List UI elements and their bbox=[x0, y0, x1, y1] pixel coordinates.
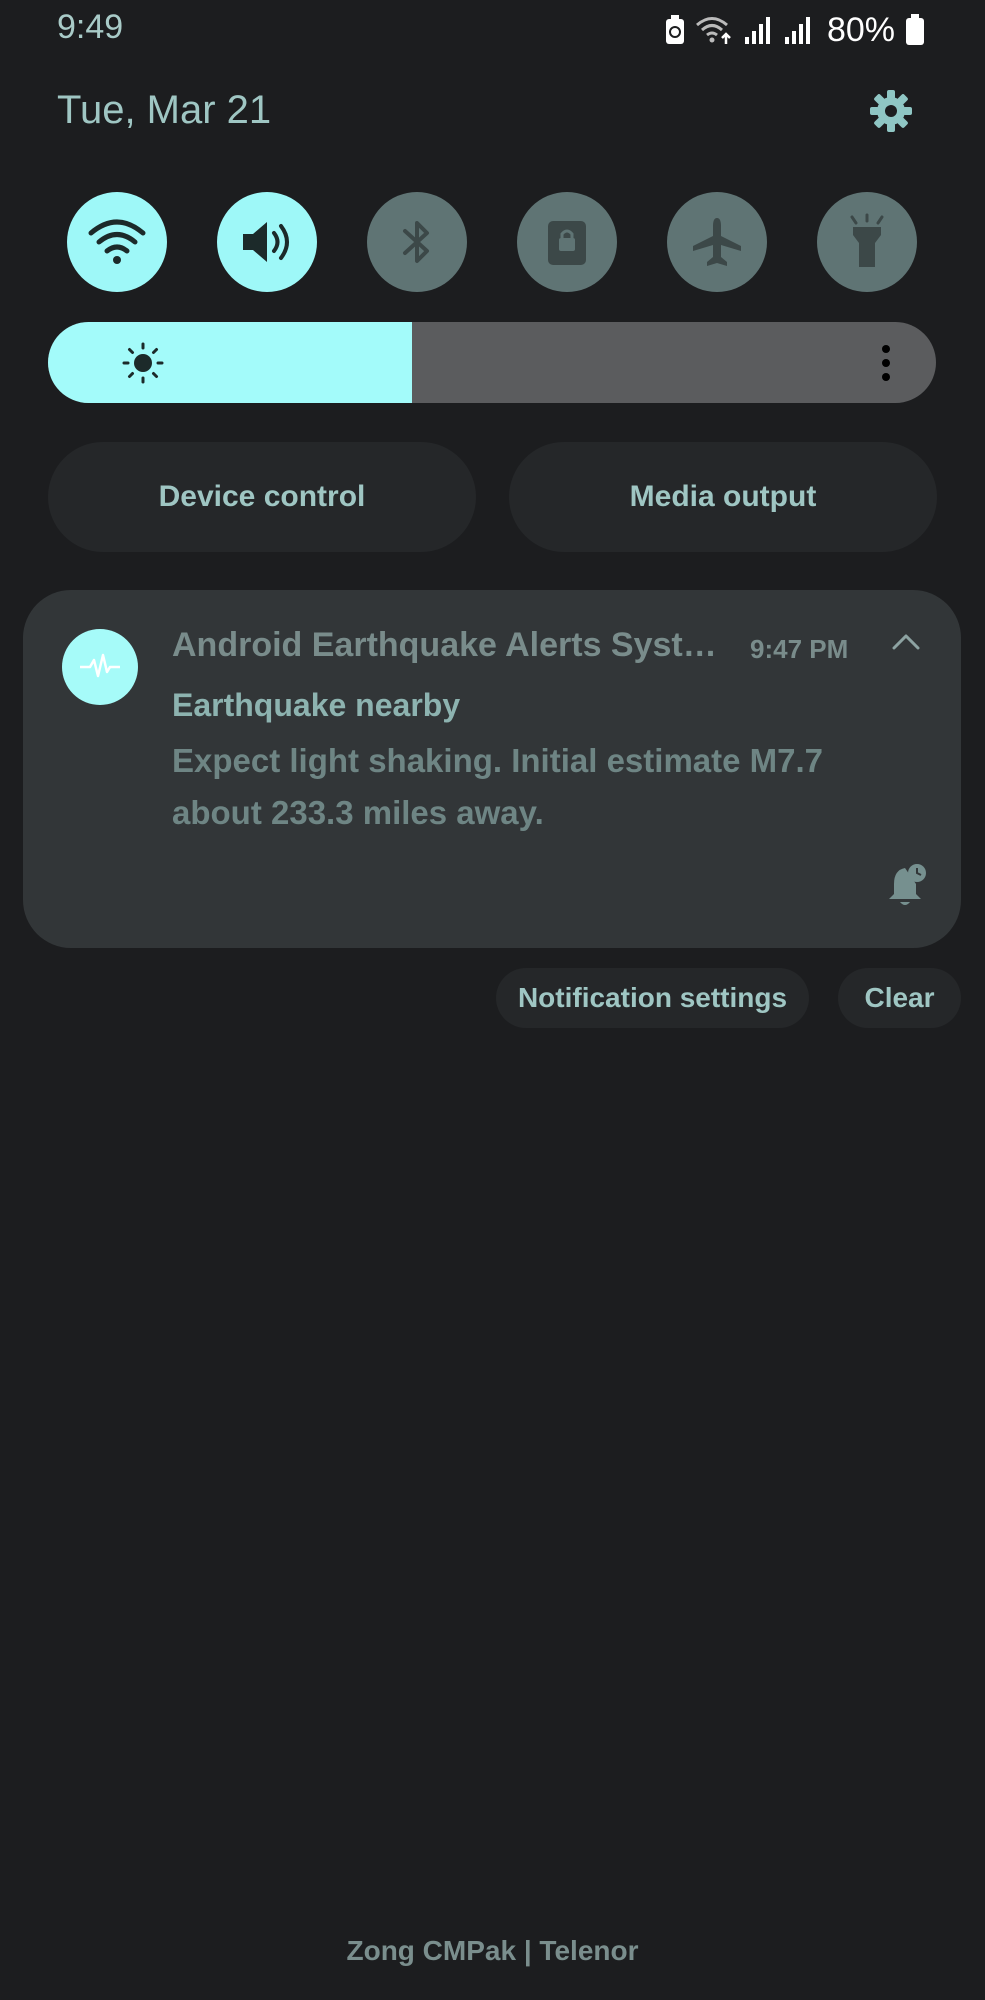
battery-icon bbox=[905, 14, 925, 46]
signal-sim1-icon bbox=[743, 15, 773, 45]
volume-icon bbox=[243, 222, 289, 262]
notification-settings-button[interactable]: Notification settings bbox=[496, 968, 809, 1028]
date-label: Tue, Mar 21 bbox=[57, 88, 272, 132]
brightness-slider[interactable] bbox=[48, 322, 936, 403]
settings-button[interactable] bbox=[868, 88, 914, 134]
bluetooth-icon bbox=[403, 221, 429, 263]
brightness-level-fill bbox=[48, 322, 413, 403]
more-options-icon[interactable] bbox=[880, 342, 892, 384]
rotation-lock-icon bbox=[548, 221, 586, 265]
wifi-toggle[interactable] bbox=[67, 192, 167, 292]
bluetooth-toggle[interactable] bbox=[367, 192, 467, 292]
media-output-button[interactable]: Media output bbox=[509, 442, 937, 552]
notification-body: Expect light shaking. Initial estimate M… bbox=[172, 742, 824, 831]
notification-app-name: Android Earthquake Alerts Syst… bbox=[172, 626, 717, 664]
battery-percentage: 80% bbox=[826, 10, 895, 49]
device-control-button[interactable]: Device control bbox=[48, 442, 476, 552]
airplane-icon bbox=[693, 218, 741, 266]
gear-icon bbox=[870, 90, 912, 132]
rotation-lock-toggle[interactable] bbox=[517, 192, 617, 292]
flashlight-icon bbox=[850, 213, 884, 267]
signal-sim2-icon bbox=[783, 15, 813, 45]
airplane-mode-toggle[interactable] bbox=[667, 192, 767, 292]
wifi-icon bbox=[88, 219, 146, 264]
notification-time: 9:47 PM bbox=[750, 634, 849, 664]
snooze-bell-icon[interactable] bbox=[886, 862, 928, 908]
carrier-label: Zong CMPak | Telenor bbox=[346, 1935, 639, 1966]
status-time: 9:49 bbox=[57, 8, 124, 46]
sound-toggle[interactable] bbox=[217, 192, 317, 292]
wifi-calling-icon bbox=[695, 15, 733, 45]
seismic-wave-icon bbox=[80, 653, 120, 678]
app-icon bbox=[62, 629, 138, 705]
notification-title: Earthquake nearby bbox=[172, 687, 461, 723]
brightness-icon bbox=[122, 342, 164, 384]
flashlight-toggle[interactable] bbox=[817, 192, 917, 292]
notification-card[interactable]: Android Earthquake Alerts Syst… 9:47 PM … bbox=[23, 590, 961, 948]
quick-settings-row bbox=[67, 192, 917, 292]
battery-saver-icon bbox=[665, 15, 685, 45]
status-bar: 9:49 80% bbox=[0, 0, 985, 60]
chevron-up-icon[interactable] bbox=[890, 630, 922, 652]
status-icons: 80% bbox=[665, 10, 925, 50]
clear-notifications-button[interactable]: Clear bbox=[838, 968, 961, 1028]
